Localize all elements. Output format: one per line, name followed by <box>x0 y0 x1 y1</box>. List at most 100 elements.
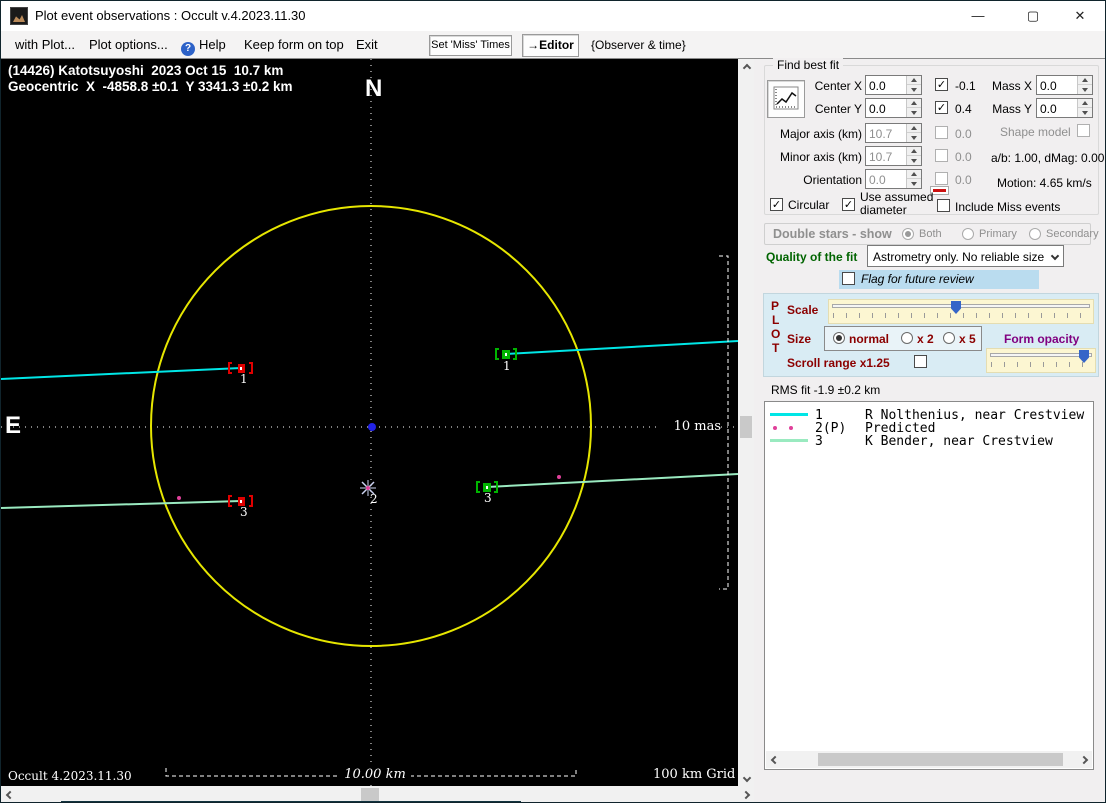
mass-y-label: Mass Y <box>992 102 1032 116</box>
set-miss-times-button[interactable]: Set 'Miss' Times <box>429 35 512 56</box>
plot-hscroll-thumb[interactable] <box>361 788 379 801</box>
center-x-spinner[interactable]: 0.0 <box>865 75 922 95</box>
circular-checkbox[interactable]: ✓ <box>770 198 783 211</box>
menu-bar: with Plot... Plot options... ? Help Keep … <box>1 31 1105 59</box>
major-axis-spinner[interactable]: 10.7 <box>865 123 922 143</box>
scroll-right-arrow[interactable] <box>1075 751 1092 768</box>
plot-header-line1: (14426) Katotsuyoshi 2023 Oct 15 10.7 km <box>8 63 284 78</box>
form-opacity-ticks <box>991 362 1092 367</box>
size-x5-radio[interactable] <box>943 332 955 344</box>
center-y-fit-checkbox[interactable]: ✓ <box>935 101 948 114</box>
legend-name: K Bender, near Crestview <box>865 434 1053 449</box>
include-miss-events-checkbox[interactable] <box>937 199 950 212</box>
use-assumed-diameter-label: Use assumed diameter <box>860 191 933 217</box>
spin-up-icon[interactable] <box>907 76 921 85</box>
spin-down-icon[interactable] <box>1078 85 1092 94</box>
menu-help[interactable]: ? Help <box>181 37 226 56</box>
center-x-fit-checkbox[interactable]: ✓ <box>935 78 948 91</box>
spin-up-icon[interactable] <box>907 124 921 133</box>
spin-down-icon[interactable] <box>907 85 921 94</box>
spin-down-icon[interactable] <box>907 108 921 117</box>
spin-up-icon[interactable] <box>907 147 921 156</box>
plot-letter-t: T <box>772 341 780 355</box>
size-x5-label: x 5 <box>959 332 976 346</box>
scroll-range-checkbox[interactable] <box>914 355 927 368</box>
plot-vertical-scrollbar[interactable] <box>738 59 754 786</box>
menu-plot-options[interactable]: Plot options... <box>89 37 168 52</box>
minimize-button[interactable]: — <box>961 1 995 31</box>
use-assumed-diameter-checkbox[interactable]: ✓ <box>842 198 855 211</box>
chord1-color-swatch <box>770 413 808 416</box>
spin-down-icon[interactable] <box>907 133 921 142</box>
minor-axis-spinner[interactable]: 10.7 <box>865 146 922 166</box>
size-x2-radio[interactable] <box>901 332 913 344</box>
mass-y-value: 0.0 <box>1040 102 1057 116</box>
legend-horizontal-scrollbar[interactable] <box>766 751 1092 768</box>
major-axis-value: 10.7 <box>869 127 893 141</box>
orientation-value: 0.0 <box>869 173 886 187</box>
km-scale-label: 10.00 km <box>339 767 411 782</box>
spin-up-icon[interactable] <box>1078 99 1092 108</box>
scale-slider[interactable] <box>828 299 1094 324</box>
close-button[interactable]: ✕ <box>1063 1 1097 31</box>
scroll-left-arrow[interactable] <box>766 751 783 768</box>
control-panel: Find best fit Center X 0.0 ✓ -0.1 Mass X… <box>754 58 1105 802</box>
flag-review-checkbox[interactable] <box>842 272 855 285</box>
predicted-dot-swatch <box>789 426 793 430</box>
scroll-left-arrow[interactable] <box>1 786 18 802</box>
chord3-start-label: 3 <box>240 505 248 519</box>
spin-down-icon[interactable] <box>907 179 921 188</box>
plot-canvas[interactable]: (14426) Katotsuyoshi 2023 Oct 15 10.7 km… <box>1 59 738 786</box>
major-axis-offset: 0.0 <box>955 127 972 141</box>
spin-up-icon[interactable] <box>907 170 921 179</box>
scale-slider-ticks <box>833 313 1090 318</box>
chevron-down-icon <box>1050 251 1060 261</box>
include-miss-events-label: Include Miss events <box>955 200 1061 214</box>
major-axis-fit-checkbox <box>935 126 948 139</box>
find-best-fit-title: Find best fit <box>773 58 844 72</box>
scroll-up-arrow[interactable] <box>738 59 755 76</box>
scroll-down-arrow[interactable] <box>738 769 755 786</box>
center-y-spinner[interactable]: 0.0 <box>865 98 922 118</box>
menu-keep-on-top[interactable]: Keep form on top <box>244 37 344 52</box>
scroll-right-arrow[interactable] <box>737 786 754 802</box>
minor-axis-fit-checkbox <box>935 149 948 162</box>
menu-exit[interactable]: Exit <box>356 37 378 52</box>
mass-x-spinner[interactable]: 0.0 <box>1036 75 1093 95</box>
find-best-fit-group: Find best fit Center X 0.0 ✓ -0.1 Mass X… <box>764 58 1104 217</box>
size-radio-group: normal x 2 x 5 <box>824 326 982 351</box>
minor-axis-offset: 0.0 <box>955 150 972 164</box>
menu-with-plot[interactable]: with Plot... <box>15 37 75 52</box>
form-opacity-label: Form opacity <box>1004 332 1080 346</box>
legend-row-1[interactable]: 1 R Nolthenius, near Crestview <box>765 408 1093 423</box>
spin-down-icon[interactable] <box>1078 108 1092 117</box>
help-icon: ? <box>181 42 195 56</box>
scale-label: Scale <box>787 303 819 317</box>
center-x-value: 0.0 <box>869 79 886 93</box>
legend-row-3[interactable]: 3 K Bender, near Crestview <box>765 434 1093 449</box>
spin-up-icon[interactable] <box>1078 76 1092 85</box>
form-opacity-track[interactable] <box>990 353 1092 357</box>
observer-legend-list[interactable]: 1 R Nolthenius, near Crestview 2(P) Pred… <box>764 401 1094 770</box>
size-normal-radio[interactable] <box>833 332 845 344</box>
legend-hscroll-thumb[interactable] <box>818 753 1063 766</box>
scale-slider-track[interactable] <box>832 304 1090 308</box>
maximize-button[interactable]: ▢ <box>1016 1 1050 31</box>
legend-row-2[interactable]: 2(P) Predicted <box>765 421 1093 436</box>
form-opacity-slider[interactable] <box>986 348 1096 373</box>
shape-model-label: Shape model <box>1000 125 1071 139</box>
chord3-color-swatch <box>770 439 808 442</box>
editor-button[interactable]: →Editor <box>522 34 579 57</box>
orientation-spinner[interactable]: 0.0 <box>865 169 922 189</box>
north-label: N <box>365 75 383 102</box>
mass-y-spinner[interactable]: 0.0 <box>1036 98 1093 118</box>
plot-vscroll-thumb[interactable] <box>740 416 752 438</box>
center-x-label: Center X <box>814 79 862 93</box>
spin-down-icon[interactable] <box>907 156 921 165</box>
spin-up-icon[interactable] <box>907 99 921 108</box>
flag-review-label: Flag for future review <box>861 272 974 286</box>
center-y-value: 0.0 <box>869 102 886 116</box>
plot-controls-panel: P L O T Scale Size normal x 2 x 5 Form o… <box>763 293 1099 377</box>
quality-combobox[interactable]: Astrometry only. No reliable size <box>867 245 1064 267</box>
run-fit-button[interactable] <box>767 80 805 118</box>
